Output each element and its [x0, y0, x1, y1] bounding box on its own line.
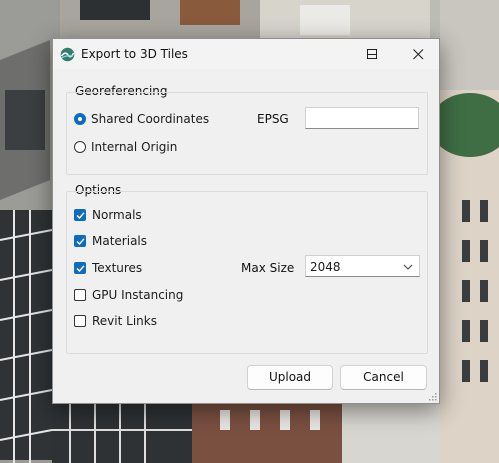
textures-label: Textures: [92, 261, 143, 275]
shared-coordinates-radio[interactable]: Shared Coordinates: [74, 111, 209, 127]
epsg-input[interactable]: [305, 107, 419, 129]
upload-button[interactable]: Upload: [247, 365, 333, 390]
resize-grip-icon[interactable]: [428, 392, 437, 401]
options-group: Normals Materials Textures GPU Instancin…: [66, 191, 428, 354]
app-logo-icon: [60, 47, 75, 62]
checkbox-checked-icon[interactable]: [74, 262, 86, 274]
normals-checkbox[interactable]: Normals: [74, 207, 142, 223]
checkbox-unchecked-icon[interactable]: [74, 315, 86, 327]
normals-label: Normals: [92, 208, 142, 222]
window-title: Export to 3D Tiles: [81, 47, 188, 61]
internal-origin-label: Internal Origin: [91, 140, 178, 154]
materials-label: Materials: [92, 234, 148, 248]
revit-links-label: Revit Links: [92, 314, 157, 328]
revit-links-checkbox[interactable]: Revit Links: [74, 313, 157, 329]
materials-checkbox[interactable]: Materials: [74, 233, 147, 249]
title-bar[interactable]: Export to 3D Tiles: [53, 39, 439, 69]
internal-origin-radio[interactable]: Internal Origin: [74, 139, 177, 155]
chevron-down-icon: [403, 264, 413, 270]
close-button[interactable]: [395, 39, 439, 69]
epsg-label: EPSG: [257, 112, 289, 126]
max-size-label: Max Size: [241, 261, 295, 275]
georeferencing-group: Shared Coordinates Internal Origin EPSG: [66, 92, 428, 175]
radio-unselected-indicator[interactable]: [74, 141, 86, 153]
max-size-select[interactable]: 2048: [305, 255, 420, 277]
max-size-value: 2048: [310, 260, 341, 274]
checkbox-checked-icon[interactable]: [74, 209, 86, 221]
export-dialog: Export to 3D Tiles Georeferencing Shared…: [52, 38, 440, 404]
cancel-button[interactable]: Cancel: [340, 365, 427, 390]
gpu-instancing-checkbox[interactable]: GPU Instancing: [74, 287, 183, 303]
gpu-instancing-label: GPU Instancing: [92, 288, 184, 302]
radio-selected-indicator[interactable]: [74, 113, 86, 125]
checkbox-checked-icon[interactable]: [74, 235, 86, 247]
close-icon: [413, 49, 424, 60]
checkbox-unchecked-icon[interactable]: [74, 289, 86, 301]
textures-checkbox[interactable]: Textures: [74, 260, 142, 276]
maximize-icon: [367, 49, 377, 59]
shared-coordinates-label: Shared Coordinates: [91, 112, 210, 126]
